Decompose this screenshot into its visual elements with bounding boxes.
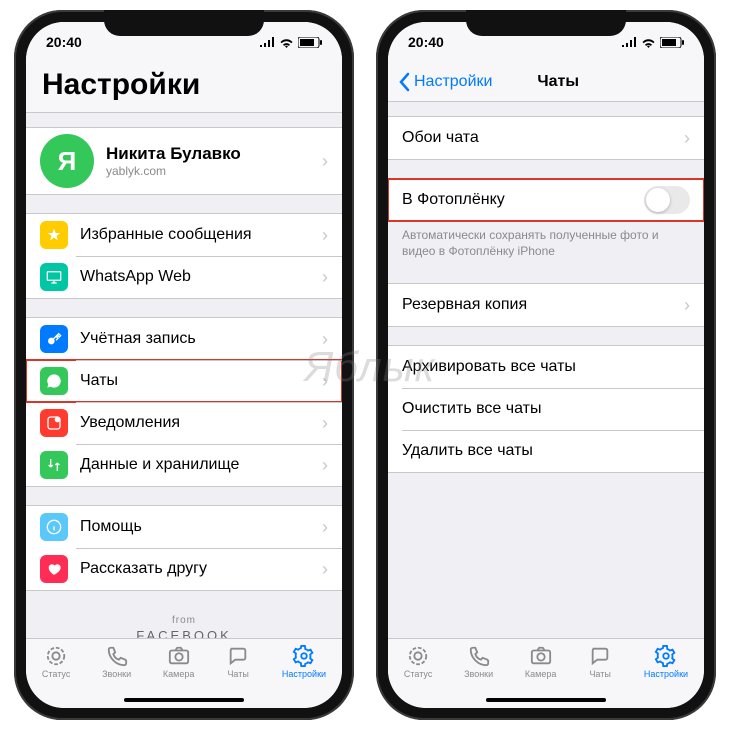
tab-calls[interactable]: Звонки xyxy=(464,645,493,679)
page-title: Настройки xyxy=(42,68,326,102)
phone-right: 20:40 Настройки Чаты Обои чата xyxy=(376,10,716,720)
whatsapp-icon xyxy=(40,367,68,395)
tab-chats[interactable]: Чаты xyxy=(588,645,612,679)
row-starred[interactable]: Избранные сообщения › xyxy=(26,214,342,256)
tab-camera[interactable]: Камера xyxy=(163,645,194,679)
notch xyxy=(104,10,264,36)
status-time: 20:40 xyxy=(46,34,82,50)
battery-icon xyxy=(660,37,684,48)
phone-left: 20:40 Настройки Я Никита Булавко yably xyxy=(14,10,354,720)
row-delete-all[interactable]: Удалить все чаты xyxy=(388,430,704,472)
chevron-right-icon: › xyxy=(322,517,328,538)
row-help[interactable]: Помощь › xyxy=(26,506,342,548)
profile-sub: yablyk.com xyxy=(106,164,316,178)
row-chats[interactable]: Чаты › xyxy=(26,360,342,402)
data-icon xyxy=(40,451,68,479)
tab-chats[interactable]: Чаты xyxy=(226,645,250,679)
chevron-right-icon: › xyxy=(322,371,328,392)
camera-roll-footnote: Автоматически сохранять полученные фото … xyxy=(388,222,704,265)
tab-calls[interactable]: Звонки xyxy=(102,645,131,679)
chevron-right-icon: › xyxy=(322,267,328,288)
tab-camera[interactable]: Камера xyxy=(525,645,556,679)
row-whatsapp-web[interactable]: WhatsApp Web › xyxy=(26,256,342,298)
tab-status[interactable]: Статус xyxy=(404,645,432,679)
row-notifications[interactable]: Уведомления › xyxy=(26,402,342,444)
chevron-right-icon: › xyxy=(322,413,328,434)
chevron-right-icon: › xyxy=(322,559,328,580)
notch xyxy=(466,10,626,36)
status-time: 20:40 xyxy=(408,34,444,50)
chevron-right-icon: › xyxy=(322,455,328,476)
avatar: Я xyxy=(40,134,94,188)
chevron-right-icon: › xyxy=(322,225,328,246)
desktop-icon xyxy=(40,263,68,291)
chevron-right-icon: › xyxy=(684,295,690,316)
signal-icon xyxy=(259,37,275,47)
row-data[interactable]: Данные и хранилище › xyxy=(26,444,342,486)
header: Настройки xyxy=(26,62,342,113)
profile-name: Никита Булавко xyxy=(106,144,316,164)
chevron-right-icon: › xyxy=(322,329,328,350)
wifi-icon xyxy=(641,37,656,48)
tab-status[interactable]: Статус xyxy=(42,645,70,679)
chevron-right-icon: › xyxy=(322,151,328,172)
info-icon xyxy=(40,513,68,541)
star-icon xyxy=(40,221,68,249)
row-archive-all[interactable]: Архивировать все чаты xyxy=(388,346,704,388)
row-save-camera-roll[interactable]: В Фотоплёнку xyxy=(388,179,704,221)
profile-row[interactable]: Я Никита Булавко yablyk.com › xyxy=(26,128,342,194)
heart-icon xyxy=(40,555,68,583)
notification-icon xyxy=(40,409,68,437)
from-facebook: from FACEBOOK xyxy=(26,615,342,638)
tab-settings[interactable]: Настройки xyxy=(282,645,326,679)
toggle-camera-roll[interactable] xyxy=(644,186,690,214)
nav-header: Настройки Чаты xyxy=(388,62,704,102)
row-account[interactable]: Учётная запись › xyxy=(26,318,342,360)
row-clear-all[interactable]: Очистить все чаты xyxy=(388,388,704,430)
chevron-left-icon xyxy=(398,72,410,92)
row-tell-friend[interactable]: Рассказать другу › xyxy=(26,548,342,590)
page-title: Чаты xyxy=(422,73,694,91)
home-indicator xyxy=(124,698,244,702)
chevron-right-icon: › xyxy=(684,128,690,149)
tab-settings[interactable]: Настройки xyxy=(644,645,688,679)
battery-icon xyxy=(298,37,322,48)
row-backup[interactable]: Резервная копия › xyxy=(388,284,704,326)
signal-icon xyxy=(621,37,637,47)
row-wallpaper[interactable]: Обои чата › xyxy=(388,117,704,159)
home-indicator xyxy=(486,698,606,702)
key-icon xyxy=(40,325,68,353)
wifi-icon xyxy=(279,37,294,48)
